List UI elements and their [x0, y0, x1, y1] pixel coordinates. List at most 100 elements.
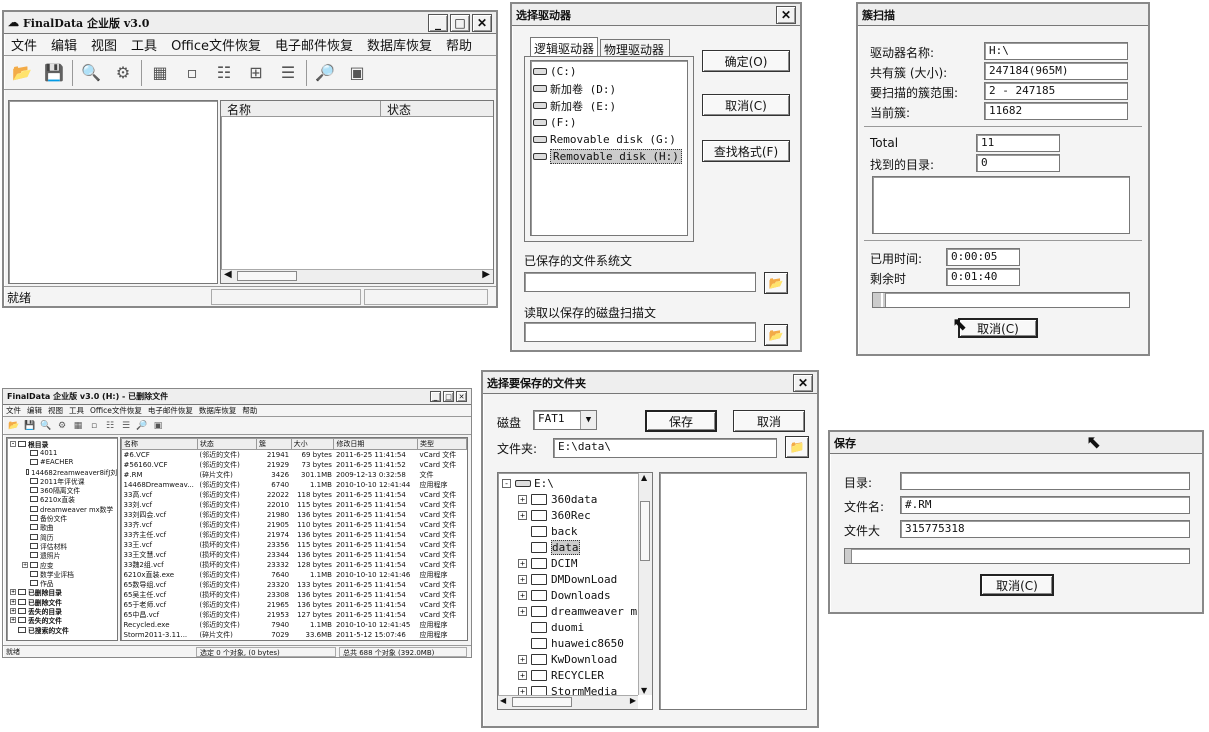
tree-item[interactable]: - 根目录	[7, 439, 117, 449]
details-view-icon[interactable]: ☰	[119, 419, 133, 433]
gear-icon[interactable]: ⚙	[55, 419, 69, 433]
collapse-toggle[interactable]: -	[502, 478, 511, 488]
chevron-down-icon[interactable]: ▼	[580, 411, 596, 429]
tree-item[interactable]: 4011	[7, 448, 117, 457]
maximize-button[interactable]: □	[443, 391, 454, 402]
expand-toggle[interactable]: +	[518, 670, 527, 680]
drive-list[interactable]: (C:) 新加卷 (D:) 新加卷 (E:) (F:) Removable disk (…	[530, 60, 688, 236]
drive-item[interactable]: Removable disk (H:)	[533, 148, 685, 165]
scroll-thumb[interactable]	[640, 501, 650, 561]
maximize-button[interactable]: □	[450, 13, 470, 32]
details-view-icon[interactable]: ☰	[274, 60, 302, 86]
folder-item[interactable]: duomi	[502, 619, 648, 635]
expand-toggle[interactable]: +	[518, 606, 527, 616]
column-name[interactable]: 名称	[221, 101, 381, 117]
tree-view-icon[interactable]: ⊞	[242, 60, 270, 86]
table-row[interactable]: 14468Dreamweav... (邻近的文件) 6740 1.1MB 2010-10…	[122, 480, 467, 490]
tree-item[interactable]: 作品	[7, 578, 117, 588]
search-icon[interactable]: 🔍	[77, 60, 105, 86]
menu-item[interactable]: 电子邮件恢复	[268, 35, 360, 54]
tree-pane[interactable]	[8, 100, 218, 284]
close-button[interactable]: ✕	[793, 373, 813, 392]
tree-item[interactable]: 2011年评优课	[7, 476, 117, 486]
new-folder-icon[interactable]: 📁	[785, 436, 809, 458]
menu-item[interactable]: 文件	[3, 405, 24, 416]
tree-item[interactable]: + 丢失的文件	[7, 616, 117, 625]
tree-item[interactable]: 备份文件	[7, 513, 117, 523]
cancel-button[interactable]: 取消(C)	[958, 318, 1038, 338]
save-icon[interactable]: 💾	[23, 419, 37, 433]
menu-item[interactable]: 数据库恢复	[360, 35, 439, 54]
tree-item[interactable]: + 已删除文件	[7, 597, 117, 607]
preview-icon[interactable]: ▣	[343, 60, 371, 86]
large-icons-icon[interactable]: ▦	[146, 60, 174, 86]
tree-item[interactable]: 数学业评档	[7, 569, 117, 579]
tree-item[interactable]: 简历	[7, 532, 117, 542]
cancel-button[interactable]: 取消(C)	[980, 574, 1054, 596]
scroll-thumb[interactable]	[512, 697, 572, 707]
tab-logical[interactable]: 逻辑驱动器	[530, 37, 598, 57]
tree-item[interactable]: 6210x直装	[7, 495, 117, 504]
expand-toggle[interactable]: -	[10, 440, 16, 447]
column-header[interactable]: 大小	[290, 438, 335, 450]
folder-input[interactable]: E:\data\	[553, 438, 777, 458]
table-row[interactable]: 65吴主任.vcf (损坏的文件) 23308 136 bytes 2011-6-25 …	[122, 590, 467, 600]
tree-item[interactable]: 144682reamweaver8ifJ刘	[7, 467, 117, 477]
expand-toggle[interactable]: +	[518, 494, 527, 504]
scroll-down-icon[interactable]: ▼	[641, 686, 647, 695]
minimize-button[interactable]: _	[428, 13, 448, 32]
expand-toggle[interactable]: +	[518, 510, 527, 520]
menu-item[interactable]: 工具	[124, 35, 164, 54]
tab-physical[interactable]: 物理驱动器	[600, 39, 670, 57]
close-button[interactable]: ✕	[472, 13, 492, 32]
find-icon[interactable]: 🔎	[311, 60, 339, 86]
close-button[interactable]: ✕	[776, 5, 796, 24]
saved-fs-input[interactable]	[524, 272, 756, 292]
file-list[interactable]	[659, 472, 807, 710]
menu-item[interactable]: 数据库恢复	[196, 405, 240, 416]
file-list-pane[interactable]: 名称 状态 ◀ ▶	[220, 100, 494, 284]
horizontal-scrollbar[interactable]: ◀ ▶	[498, 695, 638, 709]
menu-item[interactable]: 视图	[84, 35, 124, 54]
expand-toggle[interactable]: +	[10, 607, 16, 614]
list-view-icon[interactable]: ☷	[210, 60, 238, 86]
drive-item[interactable]: (F:)	[533, 114, 685, 131]
menu-item[interactable]: Office文件恢复	[164, 35, 268, 54]
table-row[interactable]: 65数导组.vcf (邻近的文件) 23320 133 bytes 2011-6-25 …	[122, 580, 467, 590]
scroll-left-icon[interactable]: ◀	[500, 696, 506, 705]
menu-item[interactable]: 编辑	[44, 35, 84, 54]
tree-item[interactable]: #EACHER	[7, 458, 117, 467]
menu-item[interactable]: 帮助	[439, 35, 479, 54]
tree-item[interactable]: 遗照片	[7, 551, 117, 560]
table-row[interactable]: 65中昌.vcf (邻近的文件) 21953 127 bytes 2011-6-25 1…	[122, 610, 467, 620]
tree-item[interactable]: 已搜索的文件	[7, 625, 117, 635]
column-header[interactable]: 状态	[196, 438, 257, 450]
folder-item[interactable]: + Downloads	[502, 587, 648, 603]
search-icon[interactable]: 🔍	[39, 419, 53, 433]
expand-toggle[interactable]: +	[518, 654, 527, 664]
gear-icon[interactable]: ⚙	[109, 60, 137, 86]
disk-select[interactable]: FAT1 ▼	[533, 410, 597, 430]
table-row[interactable]: 33齐.vcf (邻近的文件) 21905 110 bytes 2011-6-25 11…	[122, 520, 467, 530]
vertical-scrollbar[interactable]: ▲ ▼	[638, 473, 652, 695]
read-scan-input[interactable]	[524, 322, 756, 342]
table-row[interactable]: 33高.vcf (邻近的文件) 22022 118 bytes 2011-6-25 11…	[122, 490, 467, 500]
close-button[interactable]: ✕	[456, 391, 467, 402]
table-row[interactable]: 33王文慧.vcf (损坏的文件) 23344 136 bytes 2011-6-25 …	[122, 550, 467, 560]
folder-item[interactable]: huaweic8650	[502, 635, 648, 651]
tree-pane[interactable]: - 根目录 4011 #EACHER 144682reamweaver8ifJ刘 2011…	[6, 437, 118, 641]
folder-tree[interactable]: - E:\ +360data +360Rec back data + DCIM + DMDownL…	[497, 472, 653, 710]
tree-item[interactable]: dreamweaver mx数学	[7, 504, 117, 514]
tree-item[interactable]: 360隔离文件	[7, 485, 117, 495]
cancel-button[interactable]: 取消	[733, 410, 805, 432]
menu-item[interactable]: 电子邮件恢复	[145, 405, 196, 416]
table-row[interactable]: 33刘四会.vcf (邻近的文件) 21980 136 bytes 2011-6-25 …	[122, 510, 467, 520]
folder-item[interactable]: +360Rec	[502, 507, 648, 523]
table-row[interactable]: #6.VCF (邻近的文件) 21941 69 bytes 2011-6-25 11:4…	[122, 450, 467, 461]
small-icons-icon[interactable]: ▫	[87, 419, 101, 433]
table-row[interactable]: 33刘.vcf (邻近的文件) 22010 115 bytes 2011-6-25 11…	[122, 500, 467, 510]
table-row[interactable]: 33齐主任.vcf (邻近的文件) 21974 136 bytes 2011-6-25 …	[122, 530, 467, 540]
menu-item[interactable]: 工具	[66, 405, 87, 416]
tree-item[interactable]: 歌曲	[7, 523, 117, 532]
scroll-up-icon[interactable]: ▲	[641, 473, 647, 482]
